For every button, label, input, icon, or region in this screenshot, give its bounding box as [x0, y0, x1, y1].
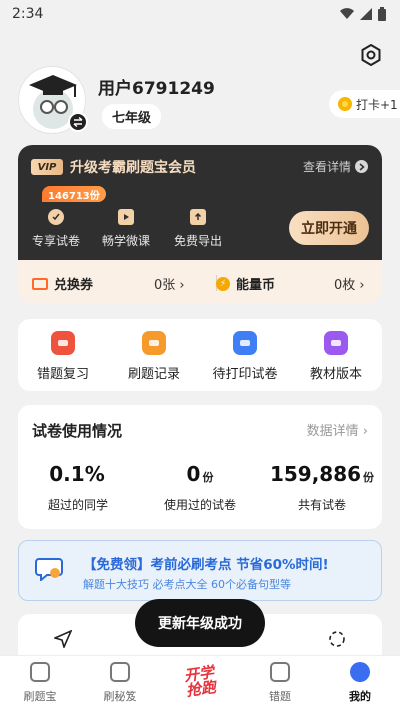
vip-details-label: 查看详情: [302, 160, 351, 174]
stat-used-papers: 0份 使用过的试卷: [140, 462, 260, 513]
perk-exclusive-papers[interactable]: 专享试卷: [26, 209, 86, 249]
tab-label: 刷题宝: [23, 690, 57, 703]
paper-count-badge: 146713份: [42, 186, 106, 202]
coupon-value[interactable]: 0张 ›: [154, 274, 185, 293]
promo-banner[interactable]: 【免费领】考前必刷考点 节省60%时间! 解题十大技巧 必考点大全 60个必备句…: [18, 540, 382, 601]
status-icons: [340, 7, 386, 21]
loading-icon: [329, 631, 345, 647]
center-promo-logo[interactable]: 开学 抢跑: [170, 660, 230, 704]
tool-label: 错题复习: [36, 367, 89, 382]
history-icon: [142, 331, 166, 355]
tab-label: 刷秘笈: [103, 690, 137, 703]
swap-icon: [73, 117, 83, 127]
open-vip-button[interactable]: 立即开通: [289, 211, 369, 245]
gear-icon: [361, 43, 381, 67]
stat-label: 使用过的试卷: [163, 498, 236, 512]
vip-title: 升级考霸刷题宝会员: [70, 160, 196, 176]
bottom-tab-bar: 刷题宝 刷秘笈 开学 抢跑 错题 我的: [0, 655, 400, 711]
vip-card: VIP 升级考霸刷题宝会员 查看详情 146713份 专享试卷 畅学微课 免费导…: [18, 145, 382, 303]
coins-label: 能量币: [236, 278, 276, 293]
perk-label: 免费导出: [173, 234, 222, 248]
checkin-label: 打卡+1: [356, 97, 398, 112]
tab-me[interactable]: 我的: [325, 662, 395, 704]
stat-value: 159,886: [269, 462, 362, 486]
search-book-icon: [30, 662, 50, 682]
vip-details-link[interactable]: 查看详情: [303, 158, 368, 175]
exam-icon: [48, 209, 64, 225]
avatar-edit-badge[interactable]: [68, 112, 88, 132]
coins-link[interactable]: ⚡ 能量币: [216, 274, 275, 293]
chat-bubble-icon: [35, 558, 63, 581]
status-bar: 2:34: [0, 0, 400, 28]
signal-icon: [360, 8, 372, 20]
usage-card: 试卷使用情况 数据详情 › 0.1% 超过的同学 0份 使用过的试卷 159,8…: [18, 405, 382, 529]
review-icon: [51, 331, 75, 355]
send-icon[interactable]: [54, 630, 72, 648]
vip-tag: VIP: [31, 159, 63, 175]
bolt-icon: ⚡: [216, 276, 230, 291]
stat-total-papers: 159,886 份 共有试卷: [262, 462, 382, 513]
stat-label: 超过的同学: [47, 498, 108, 512]
tool-practice-history[interactable]: 刷题记录: [109, 331, 199, 382]
promo-subtitle: 解题十大技巧 必考点大全 60个必备句型等: [83, 578, 291, 591]
chevron-right-icon: [355, 160, 368, 173]
battery-icon: [378, 7, 386, 21]
smile-icon: [350, 662, 370, 682]
tab-label: 我的: [349, 690, 371, 703]
tool-print-queue[interactable]: 待打印试卷: [200, 331, 290, 382]
tab-label: 错题: [269, 690, 291, 703]
notebook-icon: [110, 662, 130, 682]
checkin-button[interactable]: 打卡+1: [329, 90, 400, 118]
perk-micro-lessons[interactable]: 畅学微课: [96, 209, 156, 249]
tab-wrong-questions[interactable]: 错题: [245, 662, 315, 704]
printer-icon: [233, 331, 257, 355]
tool-label: 待打印试卷: [212, 367, 278, 382]
grade-chip[interactable]: 七年级: [102, 104, 162, 129]
usage-title: 试卷使用情况: [32, 422, 123, 440]
promo-title: 【免费领】考前必刷考点 节省60%时间!: [83, 557, 329, 573]
stat-value: 0: [186, 462, 201, 486]
coins-value[interactable]: 0枚 ›: [334, 274, 365, 293]
perk-label: 畅学微课: [101, 234, 150, 248]
export-icon: [190, 209, 206, 225]
book-icon: [324, 331, 348, 355]
tool-wrong-review[interactable]: 错题复习: [18, 331, 108, 382]
stat-value: 0.1%: [49, 462, 105, 486]
tool-label: 教材版本: [309, 367, 362, 382]
coupon-link[interactable]: 兑换券: [32, 274, 93, 293]
profile-section: 用户6791249 七年级 打卡+1: [18, 66, 400, 146]
video-icon: [118, 209, 134, 225]
perk-free-export[interactable]: 免费导出: [168, 209, 228, 249]
tab-tips[interactable]: 刷秘笈: [85, 662, 155, 704]
logo-text: 开学 抢跑: [182, 663, 218, 700]
stat-percentile: 0.1% 超过的同学: [18, 462, 138, 513]
settings-button[interactable]: [360, 43, 382, 67]
vip-banner: VIP 升级考霸刷题宝会员 查看详情 146713份 专享试卷 畅学微课 免费导…: [18, 145, 382, 260]
ticket-icon: [32, 277, 48, 290]
tool-textbook-version[interactable]: 教材版本: [291, 331, 381, 382]
toast-message: 更新年级成功: [135, 599, 265, 647]
tool-label: 刷题记录: [127, 367, 180, 382]
wallet-row: 兑换券 0张 › ⚡ 能量币 0枚 ›: [18, 266, 382, 296]
usage-details-link[interactable]: 数据详情 ›: [307, 420, 368, 439]
wifi-icon: [340, 8, 354, 19]
username: 用户6791249: [98, 79, 215, 99]
stat-label: 共有试卷: [297, 498, 346, 512]
status-time: 2:34: [12, 6, 44, 22]
wallet-icon: [270, 662, 290, 682]
tab-practice[interactable]: 刷题宝: [5, 662, 75, 704]
coin-icon: [338, 97, 352, 111]
perk-label: 专享试卷: [31, 234, 80, 248]
coupon-label: 兑换券: [54, 278, 94, 293]
tools-card: 错题复习 刷题记录 待打印试卷 教材版本: [18, 319, 382, 391]
